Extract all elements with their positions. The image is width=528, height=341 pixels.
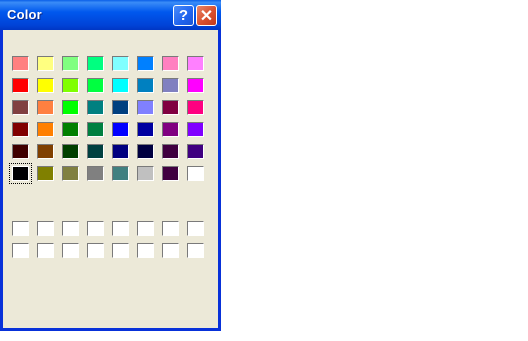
custom-color-swatch[interactable] [137,221,154,236]
custom-color-swatch[interactable] [12,221,29,236]
custom-color-swatch[interactable] [187,243,204,258]
color-swatch[interactable] [37,166,54,181]
color-swatch[interactable] [87,166,104,181]
color-swatch[interactable] [137,122,154,137]
custom-color-swatch[interactable] [112,243,129,258]
color-swatch[interactable] [187,56,204,71]
color-swatch[interactable] [87,78,104,93]
color-swatch[interactable] [137,166,154,181]
color-swatch[interactable] [12,78,29,93]
color-dialog: Color ? ✕ [0,0,221,331]
custom-color-swatch[interactable] [162,221,179,236]
custom-color-swatch[interactable] [37,221,54,236]
custom-color-swatch[interactable] [37,243,54,258]
custom-color-swatch[interactable] [112,221,129,236]
color-swatch[interactable] [12,100,29,115]
color-swatch[interactable] [137,100,154,115]
color-swatch[interactable] [137,56,154,71]
color-swatch[interactable] [187,100,204,115]
custom-color-swatch[interactable] [162,243,179,258]
color-swatch[interactable] [12,122,29,137]
custom-color-swatch[interactable] [87,243,104,258]
color-swatch[interactable] [162,122,179,137]
title-bar[interactable]: Color ? ✕ [0,0,221,30]
color-swatch[interactable] [137,78,154,93]
color-swatch[interactable] [187,144,204,159]
color-swatch[interactable] [87,56,104,71]
custom-color-swatch[interactable] [62,221,79,236]
color-swatch[interactable] [37,122,54,137]
color-swatch[interactable] [37,56,54,71]
help-button[interactable]: ? [173,5,194,26]
close-button[interactable]: ✕ [196,5,217,26]
custom-color-swatch[interactable] [87,221,104,236]
color-swatch[interactable] [87,100,104,115]
color-swatch[interactable] [112,56,129,71]
color-swatch[interactable] [37,144,54,159]
color-swatch[interactable] [162,56,179,71]
color-swatch[interactable] [62,56,79,71]
color-swatch[interactable] [12,144,29,159]
close-icon: ✕ [199,7,214,25]
color-swatch[interactable] [37,100,54,115]
color-swatch[interactable] [112,100,129,115]
help-icon: ? [178,7,189,24]
color-swatch[interactable] [87,144,104,159]
color-swatch[interactable] [162,166,179,181]
color-swatch[interactable] [187,78,204,93]
color-swatch[interactable] [62,78,79,93]
color-swatch[interactable] [62,144,79,159]
color-swatch[interactable] [187,122,204,137]
color-swatch[interactable] [62,122,79,137]
color-swatch[interactable] [137,144,154,159]
color-swatch[interactable] [9,163,32,184]
color-swatch[interactable] [112,166,129,181]
color-swatch[interactable] [162,78,179,93]
custom-color-swatch[interactable] [12,243,29,258]
color-swatch[interactable] [112,122,129,137]
color-swatch[interactable] [112,144,129,159]
color-swatch[interactable] [112,78,129,93]
custom-color-swatch[interactable] [137,243,154,258]
color-swatch[interactable] [87,122,104,137]
color-swatch[interactable] [62,100,79,115]
color-swatch[interactable] [37,78,54,93]
custom-color-swatch[interactable] [62,243,79,258]
color-swatch[interactable] [162,100,179,115]
dialog-body [3,30,218,328]
color-swatch[interactable] [62,166,79,181]
color-swatch[interactable] [187,166,204,181]
color-swatch[interactable] [12,56,29,71]
custom-color-swatch[interactable] [187,221,204,236]
window-title: Color [7,7,42,22]
color-swatch[interactable] [162,144,179,159]
